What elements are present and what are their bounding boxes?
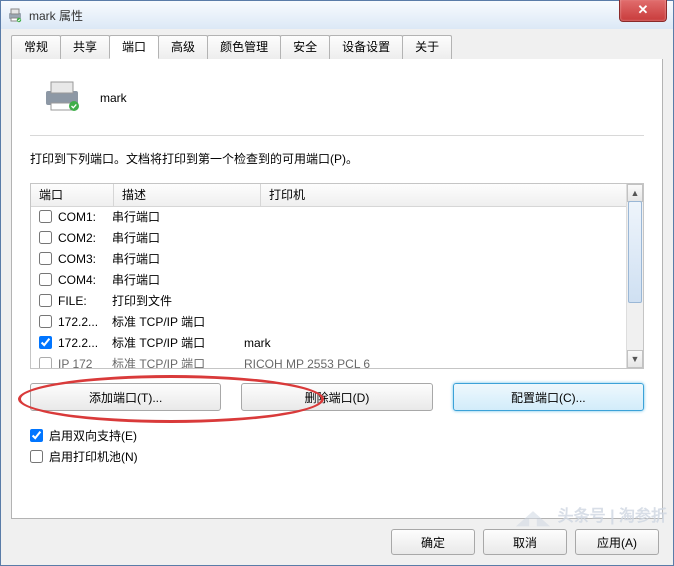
scroll-up-icon[interactable]: ▲ [627, 184, 643, 202]
close-button[interactable]: ✕ [619, 0, 667, 22]
port-desc: 标准 TCP/IP 端口 [112, 334, 244, 351]
separator [30, 135, 644, 136]
properties-dialog: mark 属性 ✕ 常规 共享 端口 高级 颜色管理 安全 设备设置 关于 ma… [0, 0, 674, 566]
ports-header: 端口 描述 打印机 [31, 184, 643, 207]
instruction-text: 打印到下列端口。文档将打印到第一个检查到的可用端口(P)。 [30, 150, 644, 167]
port-desc: 串行端口 [112, 229, 244, 246]
port-checkbox[interactable] [39, 357, 52, 368]
port-printer: RICOH MP 2553 PCL 6 [244, 357, 627, 369]
port-name: FILE: [58, 294, 112, 308]
cancel-button[interactable]: 取消 [483, 529, 567, 555]
port-name: 172.2... [58, 315, 112, 329]
port-desc: 串行端口 [112, 271, 244, 288]
pool-label: 启用打印机池(N) [49, 448, 138, 465]
tab-row: 常规 共享 端口 高级 颜色管理 安全 设备设置 关于 [1, 29, 673, 59]
tab-about[interactable]: 关于 [402, 35, 452, 59]
printer-header: mark [42, 78, 644, 117]
port-name: COM2: [58, 231, 112, 245]
tab-ports[interactable]: 端口 [109, 35, 159, 59]
scroll-down-icon[interactable]: ▼ [627, 350, 643, 368]
add-port-button[interactable]: 添加端口(T)... [30, 383, 221, 411]
pool-option[interactable]: 启用打印机池(N) [30, 448, 644, 465]
port-row[interactable]: 172.2...标准 TCP/IP 端口mark [31, 332, 627, 353]
port-row[interactable]: FILE:打印到文件 [31, 290, 627, 311]
client-area: 常规 共享 端口 高级 颜色管理 安全 设备设置 关于 mark 打印到下列端口… [1, 29, 673, 565]
printer-name: mark [100, 91, 127, 105]
port-checkbox[interactable] [39, 336, 52, 349]
port-row[interactable]: COM2:串行端口 [31, 227, 627, 248]
port-checkbox[interactable] [39, 294, 52, 307]
tab-device[interactable]: 设备设置 [329, 35, 403, 59]
port-buttons: 添加端口(T)... 删除端口(D) 配置端口(C)... [30, 383, 644, 411]
port-row[interactable]: 172.2...标准 TCP/IP 端口 [31, 311, 627, 332]
port-printer: mark [244, 336, 627, 350]
col-printer[interactable]: 打印机 [261, 184, 643, 206]
port-row[interactable]: COM4:串行端口 [31, 269, 627, 290]
bidir-option[interactable]: 启用双向支持(E) [30, 427, 644, 444]
tab-sharing[interactable]: 共享 [60, 35, 110, 59]
port-row[interactable]: COM1:串行端口 [31, 206, 627, 227]
port-name: 172.2... [58, 336, 112, 350]
tab-advanced[interactable]: 高级 [158, 35, 208, 59]
delete-port-button[interactable]: 删除端口(D) [241, 383, 432, 411]
bidir-checkbox[interactable] [30, 429, 43, 442]
scrollbar[interactable]: ▲ ▼ [626, 184, 643, 368]
printer-icon [7, 7, 23, 23]
ports-panel: mark 打印到下列端口。文档将打印到第一个检查到的可用端口(P)。 端口 描述… [11, 57, 663, 519]
ports-list: 端口 描述 打印机 COM1:串行端口COM2:串行端口COM3:串行端口COM… [30, 183, 644, 369]
close-icon: ✕ [638, 2, 649, 18]
port-name: COM1: [58, 210, 112, 224]
scroll-thumb[interactable] [628, 201, 642, 303]
col-port[interactable]: 端口 [31, 184, 114, 206]
titlebar[interactable]: mark 属性 ✕ [1, 1, 673, 30]
bidir-label: 启用双向支持(E) [49, 427, 137, 444]
tab-security[interactable]: 安全 [280, 35, 330, 59]
port-checkbox[interactable] [39, 315, 52, 328]
tab-color[interactable]: 颜色管理 [207, 35, 281, 59]
ports-rows: COM1:串行端口COM2:串行端口COM3:串行端口COM4:串行端口FILE… [31, 206, 627, 368]
port-checkbox[interactable] [39, 273, 52, 286]
port-name: IP 172 [58, 357, 112, 369]
port-desc: 标准 TCP/IP 端口 [112, 313, 244, 330]
pool-checkbox[interactable] [30, 450, 43, 463]
port-desc: 打印到文件 [112, 292, 244, 309]
port-row[interactable]: COM3:串行端口 [31, 248, 627, 269]
port-checkbox[interactable] [39, 231, 52, 244]
port-name: COM3: [58, 252, 112, 266]
port-name: COM4: [58, 273, 112, 287]
window-title: mark 属性 [29, 7, 83, 24]
col-desc[interactable]: 描述 [114, 184, 261, 206]
dialog-footer: 确定 取消 应用(A) [391, 529, 659, 555]
port-checkbox[interactable] [39, 210, 52, 223]
port-row[interactable]: IP 172标准 TCP/IP 端口RICOH MP 2553 PCL 6 [31, 353, 627, 368]
tab-general[interactable]: 常规 [11, 35, 61, 59]
port-desc: 串行端口 [112, 208, 244, 225]
config-port-button[interactable]: 配置端口(C)... [453, 383, 644, 411]
port-checkbox[interactable] [39, 252, 52, 265]
port-desc: 标准 TCP/IP 端口 [112, 355, 244, 368]
ok-button[interactable]: 确定 [391, 529, 475, 555]
port-desc: 串行端口 [112, 250, 244, 267]
apply-button[interactable]: 应用(A) [575, 529, 659, 555]
printer-large-icon [42, 78, 82, 117]
